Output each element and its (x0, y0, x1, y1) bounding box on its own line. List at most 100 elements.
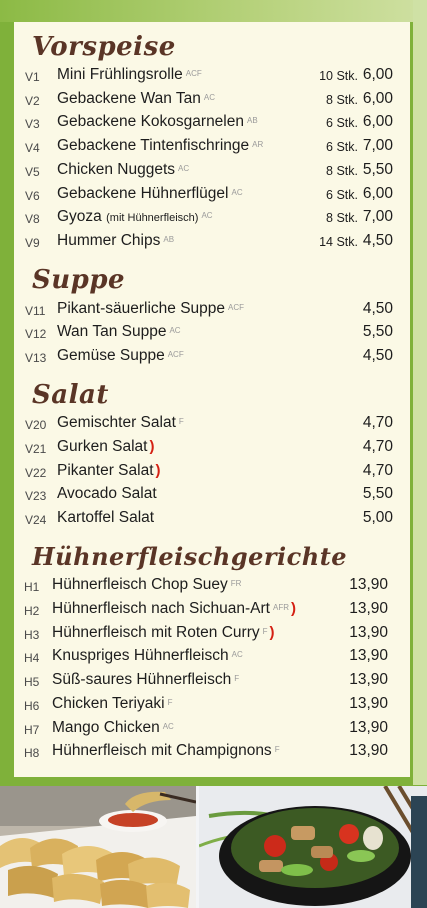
item-name-text: Knuspriges Hühnerfleisch (52, 647, 229, 664)
item-name-text: Gurken Salat (57, 438, 148, 455)
item-price: 4,70 (362, 462, 393, 479)
item-price: 5,50 (362, 323, 393, 340)
allergen-codes: AC (203, 93, 216, 102)
chili-pepper-icon: ) (155, 462, 161, 479)
item-price: 5,50 (362, 485, 393, 502)
item-price: 6,00 (362, 90, 393, 107)
item-code: V4 (25, 141, 40, 155)
item-name-text: Gyoza (57, 208, 102, 225)
menu-item: V13 Gemüse Suppe ACF 4,50 (14, 346, 410, 368)
item-name-text: Gebackene Kokosgarnelen (57, 113, 244, 130)
item-code: V1 (25, 70, 40, 84)
item-name: Chicken Nuggets AC (57, 161, 189, 179)
item-name: Gurken Salat) (57, 438, 154, 456)
chili-pepper-icon: ) (290, 600, 296, 617)
menu-item: V8 Gyoza (mit Hühnerfleisch) AC 8 Stk. 7,… (14, 207, 410, 229)
item-code: V22 (25, 466, 47, 480)
item-code: V2 (25, 94, 40, 108)
menu-item: V12 Wan Tan Suppe AC 5,50 (14, 322, 410, 344)
allergen-codes: F (262, 627, 268, 636)
menu-item: V5 Chicken Nuggets AC 8 Stk. 5,50 (14, 160, 410, 182)
item-name-text: Hühnerfleisch Chop Suey (52, 576, 228, 593)
allergen-codes: AC (231, 650, 243, 659)
item-code: V21 (25, 442, 47, 456)
item-code: H7 (24, 723, 40, 737)
item-quantity: 6 Stk. (326, 140, 358, 154)
item-name: Gemüse Suppe ACF (57, 347, 184, 365)
item-name-text: Gebackene Wan Tan (57, 90, 201, 107)
item-price: 5,00 (362, 509, 393, 526)
allergen-codes: AFR (272, 603, 289, 612)
chili-pepper-icon: ) (149, 438, 155, 455)
menu-item: V1 Mini Frühlingsrolle ACF 10 Stk. 6,00 (14, 65, 410, 87)
item-quantity: 6 Stk. (326, 116, 358, 130)
item-price: 6,00 (362, 113, 393, 130)
menu-item: H3 Hühnerfleisch mit Roten Curry F) 13,90 (14, 623, 410, 645)
allergen-codes: AC (169, 326, 181, 335)
item-name: Gemischter Salat F (57, 414, 184, 432)
item-price: 13,90 (349, 576, 388, 593)
allergen-codes: AC (162, 722, 174, 731)
item-price: 13,90 (349, 600, 388, 617)
item-code: V3 (25, 117, 40, 131)
item-price: 6,00 (362, 185, 393, 202)
item-name-text: Mango Chicken (52, 719, 160, 736)
chicken-vegetable-stirfry-bowl-photo (199, 786, 427, 908)
menu-item: H4 Knuspriges Hühnerfleisch AC 13,90 (14, 646, 410, 668)
item-name: Gebackene Hühnerflügel AC (57, 185, 243, 203)
item-name-text: Chicken Nuggets (57, 161, 176, 178)
item-code: H8 (24, 746, 40, 760)
item-code: V13 (25, 351, 47, 365)
menu-item: H1 Hühnerfleisch Chop Suey FR 13,90 (14, 575, 410, 597)
allergen-codes: ACF (185, 69, 202, 78)
item-name-text: Gebackene Tintenfischringe (57, 137, 250, 154)
item-quantity: 8 Stk. (326, 93, 358, 107)
item-name: Gebackene Tintenfischringe AR (57, 137, 263, 155)
section-title-vorspeise: Vorspeise (32, 32, 176, 62)
section-title-salat: Salat (32, 380, 109, 410)
menu-item: V6 Gebackene Hühnerflügel AC 6 Stk. 6,00 (14, 184, 410, 206)
allergen-codes: ACF (228, 303, 245, 312)
item-quantity: 8 Stk. (326, 164, 358, 178)
item-name-text: Hühnerfleisch mit Roten Curry (52, 624, 260, 641)
allergen-codes: AR (252, 140, 264, 149)
item-price: 5,50 (362, 161, 393, 178)
item-code: H1 (24, 580, 40, 594)
item-price: 13,90 (349, 695, 388, 712)
item-name: Hühnerfleisch mit Roten Curry F) (52, 624, 275, 642)
gyoza-dumplings-photo (0, 786, 196, 908)
item-code: V8 (25, 212, 40, 226)
item-code: V6 (25, 189, 40, 203)
item-price: 13,90 (349, 647, 388, 664)
allergen-codes: AC (201, 211, 213, 220)
item-code: H3 (24, 628, 40, 642)
item-name-text: Gebackene Hühnerflügel (57, 185, 229, 202)
menu-item: H2 Hühnerfleisch nach Sichuan-Art AFR) 13… (14, 599, 410, 621)
item-name: Gebackene Wan Tan AC (57, 90, 215, 108)
item-note: (mit Hühnerfleisch) (106, 212, 199, 224)
item-code: H6 (24, 699, 40, 713)
item-price: 4,50 (362, 347, 393, 364)
item-name-text: Pikant-säuerliche Suppe (57, 300, 226, 317)
allergen-codes: AB (163, 235, 175, 244)
item-code: V20 (25, 418, 47, 432)
allergen-codes: F (274, 745, 280, 754)
item-price: 13,90 (349, 671, 388, 688)
item-code: V24 (25, 513, 47, 527)
item-quantity: 10 Stk. (319, 69, 358, 83)
item-name: Gebackene Kokosgarnelen AB (57, 113, 258, 131)
item-name-text: Chicken Teriyaki (52, 695, 165, 712)
item-name: Pikanter Salat) (57, 462, 161, 480)
right-border (413, 0, 427, 785)
item-name: Knuspriges Hühnerfleisch AC (52, 647, 243, 665)
item-code: V5 (25, 165, 40, 179)
item-name: Süß-saures Hühnerfleisch F (52, 671, 239, 689)
item-name-text: Wan Tan Suppe (57, 323, 167, 340)
item-name: Hummer Chips AB (57, 232, 174, 250)
item-name-text: Pikanter Salat (57, 462, 154, 479)
allergen-codes: F (234, 674, 240, 683)
photo-strip (0, 786, 427, 908)
item-name: Hühnerfleisch mit Champignons F (52, 742, 280, 760)
item-name-text: Süß-saures Hühnerfleisch (52, 671, 232, 688)
item-quantity: 14 Stk. (319, 235, 358, 249)
